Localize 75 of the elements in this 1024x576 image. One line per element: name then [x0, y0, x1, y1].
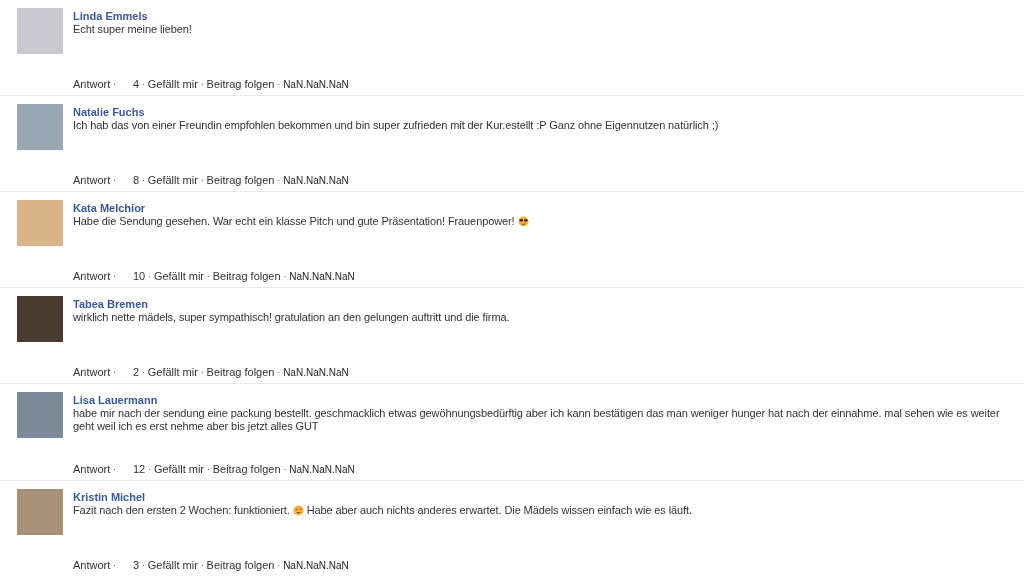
follow-link[interactable]: Beitrag folgen	[206, 174, 275, 187]
separator-dot: ·	[200, 560, 204, 572]
reply-link[interactable]: Antwort	[73, 174, 111, 187]
reply-link[interactable]: Antwort	[73, 463, 111, 476]
comment-date: NaN.NaN.NaN	[283, 174, 349, 187]
follow-link[interactable]: Beitrag folgen	[206, 78, 275, 91]
like-count: 4	[132, 78, 140, 91]
comment-date: NaN.NaN.NaN	[283, 366, 349, 379]
like-link[interactable]: Gefällt mir	[153, 270, 204, 283]
like-link[interactable]: Gefällt mir	[147, 559, 198, 572]
separator-dot: ·	[142, 175, 145, 187]
comment-text: Fazit nach den ersten 2 Wochen: funktioniert.	[73, 504, 290, 516]
separator-dot: ·	[277, 367, 281, 379]
author-link[interactable]: Natalie Fuchs	[73, 106, 1022, 118]
reply-link[interactable]: Antwort	[73, 270, 111, 283]
author-link[interactable]: Tabea Bremen	[73, 298, 1022, 310]
separator-dot: ·	[113, 367, 116, 379]
follow-link[interactable]: Beitrag folgen	[206, 559, 275, 572]
separator-dot: ·	[113, 79, 116, 91]
follow-link[interactable]: Beitrag folgen	[212, 270, 281, 283]
comment-date: NaN.NaN.NaN	[283, 78, 349, 91]
heart-eyes-emoji-icon	[292, 505, 304, 516]
like-count: 10	[132, 270, 146, 283]
separator-dot: ·	[200, 175, 204, 187]
author-link[interactable]: Kristin Michel	[73, 491, 1022, 503]
like-count: 2	[132, 366, 140, 379]
like-link[interactable]: Gefällt mir	[147, 174, 198, 187]
separator-dot: ·	[113, 464, 116, 476]
separator-dot: ·	[277, 79, 281, 91]
avatar-photo-placeholder	[17, 296, 63, 342]
comment-date: NaN.NaN.NaN	[289, 270, 355, 283]
separator-dot: ·	[142, 560, 145, 572]
avatar-photo-placeholder	[17, 200, 63, 246]
comment-text: Echt super meine lieben!	[73, 23, 192, 35]
comment-text: Habe aber auch nichts anderes erwartet. Die Mädels wissen einfach wie es läuft.	[306, 504, 692, 516]
comment-text: wirklich nette mädels, super sympathisch! gratulation an den gelungen auftritt und die firma.	[73, 311, 510, 323]
comment-date: NaN.NaN.NaN	[289, 463, 355, 476]
follow-link[interactable]: Beitrag folgen	[212, 463, 281, 476]
separator-dot: ·	[207, 464, 210, 476]
avatar-photo-placeholder	[17, 104, 63, 150]
separator-dot: ·	[200, 79, 204, 91]
reply-link[interactable]: Antwort	[73, 366, 111, 379]
separator-dot: ·	[207, 271, 210, 283]
comment-text: Ich hab das von einer Freundin empfohlen bekommen und bin super zufrieden mit der Kur.estellt :P Ganz ohne Eigennutzen natürlich ;)	[73, 119, 719, 131]
follow-link[interactable]: Beitrag folgen	[206, 366, 275, 379]
separator-dot: ·	[142, 367, 145, 379]
separator-dot: ·	[113, 271, 116, 283]
separator-dot: ·	[200, 367, 204, 379]
separator-dot: ·	[148, 464, 151, 476]
avatar-photo-placeholder	[17, 392, 63, 438]
separator-dot: ·	[283, 464, 287, 476]
separator-dot: ·	[142, 79, 145, 91]
separator-dot: ·	[113, 175, 116, 187]
comment-text: habe mir nach der sendung eine packung bestellt. geschmacklich etwas gewöhnungsbedürftig aber ich kann bestätigen das man weniger hunger hat nach der einnahme. mal sehen wie es weiter geht weil ich es erst nehme aber bis jetzt alles GUT	[73, 407, 1000, 432]
sunglasses-emoji-icon	[517, 216, 529, 227]
avatar-photo-placeholder	[17, 489, 63, 535]
separator-dot: ·	[277, 560, 281, 572]
like-count: 8	[132, 174, 140, 187]
reply-link[interactable]: Antwort	[73, 78, 111, 91]
author-link[interactable]: Lisa Lauermann	[73, 394, 1022, 406]
separator-dot: ·	[277, 175, 281, 187]
separator-dot: ·	[148, 271, 151, 283]
like-link[interactable]: Gefällt mir	[147, 78, 198, 91]
like-count: 12	[132, 463, 146, 476]
reply-link[interactable]: Antwort	[73, 559, 111, 572]
like-link[interactable]: Gefällt mir	[153, 463, 204, 476]
comment-date: NaN.NaN.NaN	[283, 559, 349, 572]
author-link[interactable]: Linda Emmels	[73, 10, 1022, 22]
separator-dot: ·	[283, 271, 287, 283]
like-count: 3	[132, 559, 140, 572]
separator-dot: ·	[113, 560, 116, 572]
like-link[interactable]: Gefällt mir	[147, 366, 198, 379]
author-link[interactable]: Kata Melchior	[73, 202, 1022, 214]
avatar-photo-placeholder	[17, 8, 63, 54]
comment-text: Habe die Sendung gesehen. War echt ein klasse Pitch und gute Präsentation! Frauenpower!	[73, 215, 515, 227]
